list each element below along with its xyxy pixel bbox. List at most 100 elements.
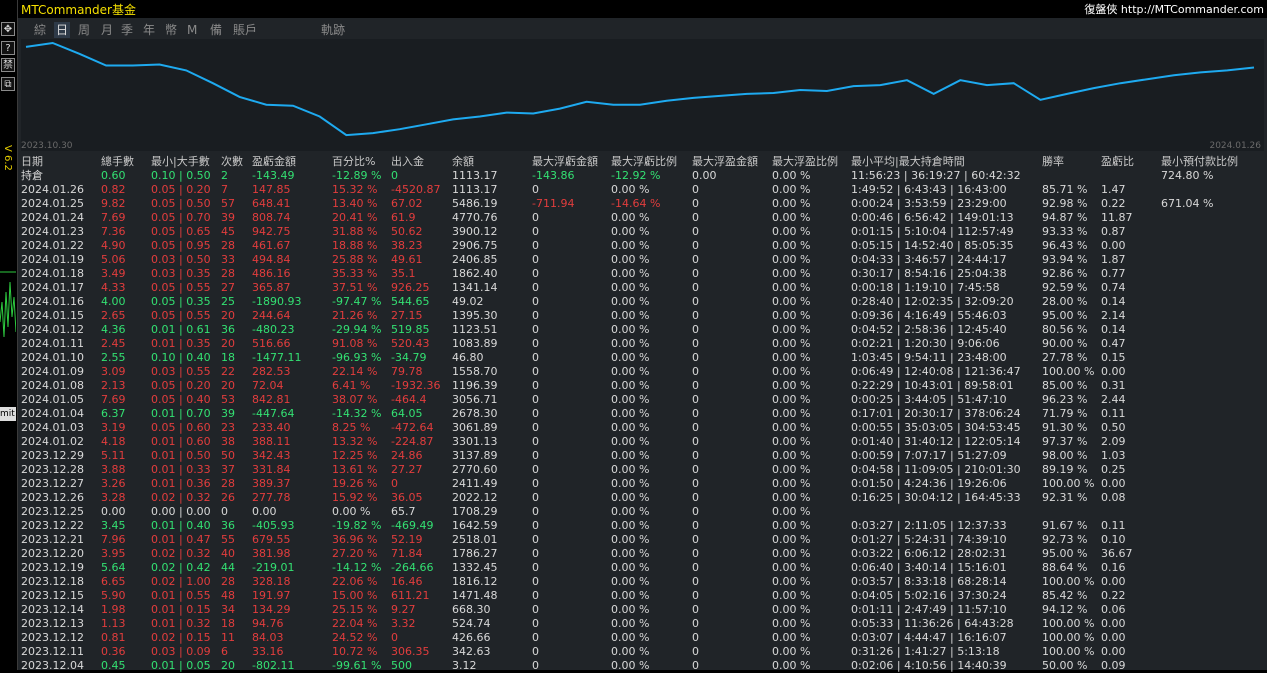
table-row[interactable]: 2023.12.14 1.98 0.01 | 0.15 34 134.29 25.15 %… — [21, 603, 1267, 617]
table-row[interactable]: 2024.01.12 4.36 0.01 | 0.61 36 -480.23 -29.94… — [21, 323, 1267, 337]
tab-5[interactable]: 年 — [141, 22, 157, 38]
tab-6[interactable]: 幣 — [163, 22, 179, 38]
brand-name: 復盤俠 — [1084, 3, 1118, 16]
cell-hold: 0:05:15 | 14:52:40 | 85:05:35 — [851, 239, 1014, 252]
column-header[interactable]: 余額 — [452, 155, 474, 169]
table-row[interactable]: 2023.12.04 0.45 0.01 | 0.05 20 -802.11 -99.61… — [21, 659, 1267, 673]
cell-pct: 12.25 % — [332, 449, 378, 462]
table-row[interactable]: 2024.01.10 2.55 0.10 | 0.40 18 -1477.11 -96.9… — [21, 351, 1267, 365]
cell-pct: 20.41 % — [332, 211, 378, 224]
help-icon[interactable]: ? — [1, 41, 15, 55]
column-header[interactable]: 百分比% — [332, 155, 375, 169]
column-header[interactable]: 最大浮虧比例 — [611, 155, 677, 169]
cell-n: 20 — [221, 379, 235, 392]
column-header[interactable]: 次數 — [221, 155, 243, 169]
table-row[interactable]: 2024.01.05 7.69 0.05 | 0.40 53 842.81 38.07 %… — [21, 393, 1267, 407]
disable-icon[interactable]: 禁 — [1, 58, 15, 72]
table-row[interactable]: 2023.12.12 0.81 0.02 | 0.15 11 84.03 24.52 % 0… — [21, 631, 1267, 645]
column-header[interactable]: 出入金 — [391, 155, 424, 169]
table-row[interactable]: 2024.01.15 2.65 0.05 | 0.55 20 244.64 21.26 %… — [21, 309, 1267, 323]
cell-n: 34 — [221, 603, 235, 616]
column-header[interactable]: 日期 — [21, 155, 43, 169]
tab-3[interactable]: 月 — [99, 22, 115, 38]
cell-bal: 3137.89 — [452, 449, 498, 462]
column-header[interactable]: 最小平均|最大持倉時間 — [851, 155, 965, 169]
column-header[interactable]: 最大浮虧金額 — [532, 155, 598, 169]
column-header[interactable]: 最小|大手數 — [151, 155, 210, 169]
table-row[interactable]: 2023.12.19 5.64 0.02 | 0.42 44 -219.01 -14.12… — [21, 561, 1267, 575]
tab-0[interactable]: 綜 — [32, 22, 48, 38]
table-row[interactable]: 2024.01.23 7.36 0.05 | 0.65 45 942.75 31.88 %… — [21, 225, 1267, 239]
tab-7[interactable]: M — [185, 22, 199, 38]
column-header[interactable]: 最大浮盈比例 — [772, 155, 838, 169]
cell-lots: 0.00 — [101, 505, 126, 518]
table-row[interactable]: 2024.01.25 9.82 0.05 | 0.50 57 648.41 13.40 %… — [21, 197, 1267, 211]
cell-mfpp: 0.00 % — [772, 491, 811, 504]
tab-4[interactable]: 季 — [119, 22, 135, 38]
cell-d: 2024.01.24 — [21, 211, 84, 224]
cell-d: 2023.12.13 — [21, 617, 84, 630]
tab-8[interactable]: 備 — [208, 22, 224, 38]
cell-mfl: 0 — [532, 519, 539, 532]
cell-mflp: 0.00 % — [611, 631, 650, 644]
table-row[interactable]: 2024.01.04 6.37 0.01 | 0.70 39 -447.64 -14.32… — [21, 407, 1267, 421]
table-row[interactable]: 2024.01.09 3.09 0.03 | 0.55 22 282.53 22.14 %… — [21, 365, 1267, 379]
column-header[interactable]: 總手數 — [101, 155, 134, 169]
cell-pnl: 72.04 — [252, 379, 284, 392]
table-row[interactable]: 2024.01.02 4.18 0.01 | 0.60 38 388.11 13.32 %… — [21, 435, 1267, 449]
cell-io: 24.86 — [391, 449, 423, 462]
table-row[interactable]: 2024.01.16 4.00 0.05 | 0.35 25 -1890.93 -97.4… — [21, 295, 1267, 309]
cell-pnl: 94.76 — [252, 617, 284, 630]
table-row[interactable]: 持倉 0.60 0.10 | 0.50 2 -143.49 -12.89 % 0 1113.1… — [21, 169, 1267, 183]
table-row[interactable]: 2023.12.29 5.11 0.01 | 0.50 50 342.43 12.25 %… — [21, 449, 1267, 463]
cell-mfp: 0 — [692, 477, 699, 490]
table-row[interactable]: 2023.12.11 0.36 0.03 | 0.09 6 33.16 10.72 % 30… — [21, 645, 1267, 659]
table-row[interactable]: 2024.01.26 0.82 0.05 | 0.20 7 147.85 15.32 % -… — [21, 183, 1267, 197]
cell-mfl: 0 — [532, 603, 539, 616]
column-header[interactable]: 最小預付款比例 — [1161, 155, 1238, 169]
tab-2[interactable]: 周 — [76, 22, 92, 38]
table-row[interactable]: 2023.12.25 0.00 0.00 | 0.00 0 0.00 0.00 % 65.7… — [21, 505, 1267, 519]
table-row[interactable]: 2023.12.20 3.95 0.02 | 0.32 40 381.98 27.20 %… — [21, 547, 1267, 561]
cell-mfp: 0 — [692, 421, 699, 434]
cell-lots: 3.49 — [101, 267, 126, 280]
cell-d: 2023.12.29 — [21, 449, 84, 462]
table-row[interactable]: 2023.12.28 3.88 0.01 | 0.33 37 331.84 13.61 %… — [21, 463, 1267, 477]
table-row[interactable]: 2024.01.11 2.45 0.01 | 0.35 20 516.66 91.08 %… — [21, 337, 1267, 351]
equity-curve — [21, 39, 1264, 151]
cell-mfl: 0 — [532, 449, 539, 462]
table-row[interactable]: 2023.12.22 3.45 0.01 | 0.40 36 -405.93 -19.82… — [21, 519, 1267, 533]
tab-9[interactable]: 賬戶 — [231, 22, 259, 38]
table-row[interactable]: 2023.12.21 7.96 0.01 | 0.47 55 679.55 36.96 %… — [21, 533, 1267, 547]
table-row[interactable]: 2023.12.13 1.13 0.01 | 0.32 18 94.76 22.04 % 3… — [21, 617, 1267, 631]
window-icon[interactable]: ⧉ — [1, 77, 15, 91]
column-header[interactable]: 最大浮盈金額 — [692, 155, 758, 169]
cell-n: 39 — [221, 407, 235, 420]
table-row[interactable]: 2024.01.03 3.19 0.05 | 0.60 23 233.40 8.25 % -… — [21, 421, 1267, 435]
table-row[interactable]: 2024.01.18 3.49 0.03 | 0.35 28 486.16 35.33 %… — [21, 267, 1267, 281]
table-row[interactable]: 2023.12.15 5.90 0.01 | 0.55 48 191.97 15.00 %… — [21, 589, 1267, 603]
table-row[interactable]: 2024.01.24 7.69 0.05 | 0.70 39 808.74 20.41 %… — [21, 211, 1267, 225]
table-row[interactable]: 2024.01.17 4.33 0.05 | 0.55 27 365.87 37.51 %… — [21, 281, 1267, 295]
table-row[interactable]: 2024.01.19 5.06 0.03 | 0.50 33 494.84 25.88 %… — [21, 253, 1267, 267]
brand-url[interactable]: http://MTCommander.com — [1121, 3, 1264, 16]
cell-win: 92.31 % — [1042, 491, 1088, 504]
table-row[interactable]: 2023.12.27 3.26 0.01 | 0.36 28 389.37 19.26 %… — [21, 477, 1267, 491]
table-row[interactable]: 2023.12.26 3.28 0.02 | 0.32 26 277.78 15.92 %… — [21, 491, 1267, 505]
column-header[interactable]: 盈虧比 — [1101, 155, 1134, 169]
column-header[interactable]: 盈虧金額 — [252, 155, 296, 169]
table-row[interactable]: 2024.01.08 2.13 0.05 | 0.20 20 72.04 6.41 % -1… — [21, 379, 1267, 393]
table-row[interactable]: 2023.12.18 6.65 0.02 | 1.00 28 328.18 22.06 %… — [21, 575, 1267, 589]
cell-io: 79.78 — [391, 365, 423, 378]
tab-10[interactable]: 軌跡 — [319, 22, 347, 38]
column-header[interactable]: 勝率 — [1042, 155, 1064, 169]
tab-1[interactable]: 日 — [54, 22, 71, 38]
cell-hold: 1:49:52 | 6:43:43 | 16:43:00 — [851, 183, 1007, 196]
cell-pnl: 808.74 — [252, 211, 291, 224]
cell-mfp: 0 — [692, 463, 699, 476]
cell-n: 40 — [221, 547, 235, 560]
cell-bal: 2022.12 — [452, 491, 498, 504]
move-icon[interactable]: ✥ — [1, 22, 15, 36]
table-row[interactable]: 2024.01.22 4.90 0.05 | 0.95 28 461.67 18.88 %… — [21, 239, 1267, 253]
cell-io: 50.62 — [391, 225, 423, 238]
